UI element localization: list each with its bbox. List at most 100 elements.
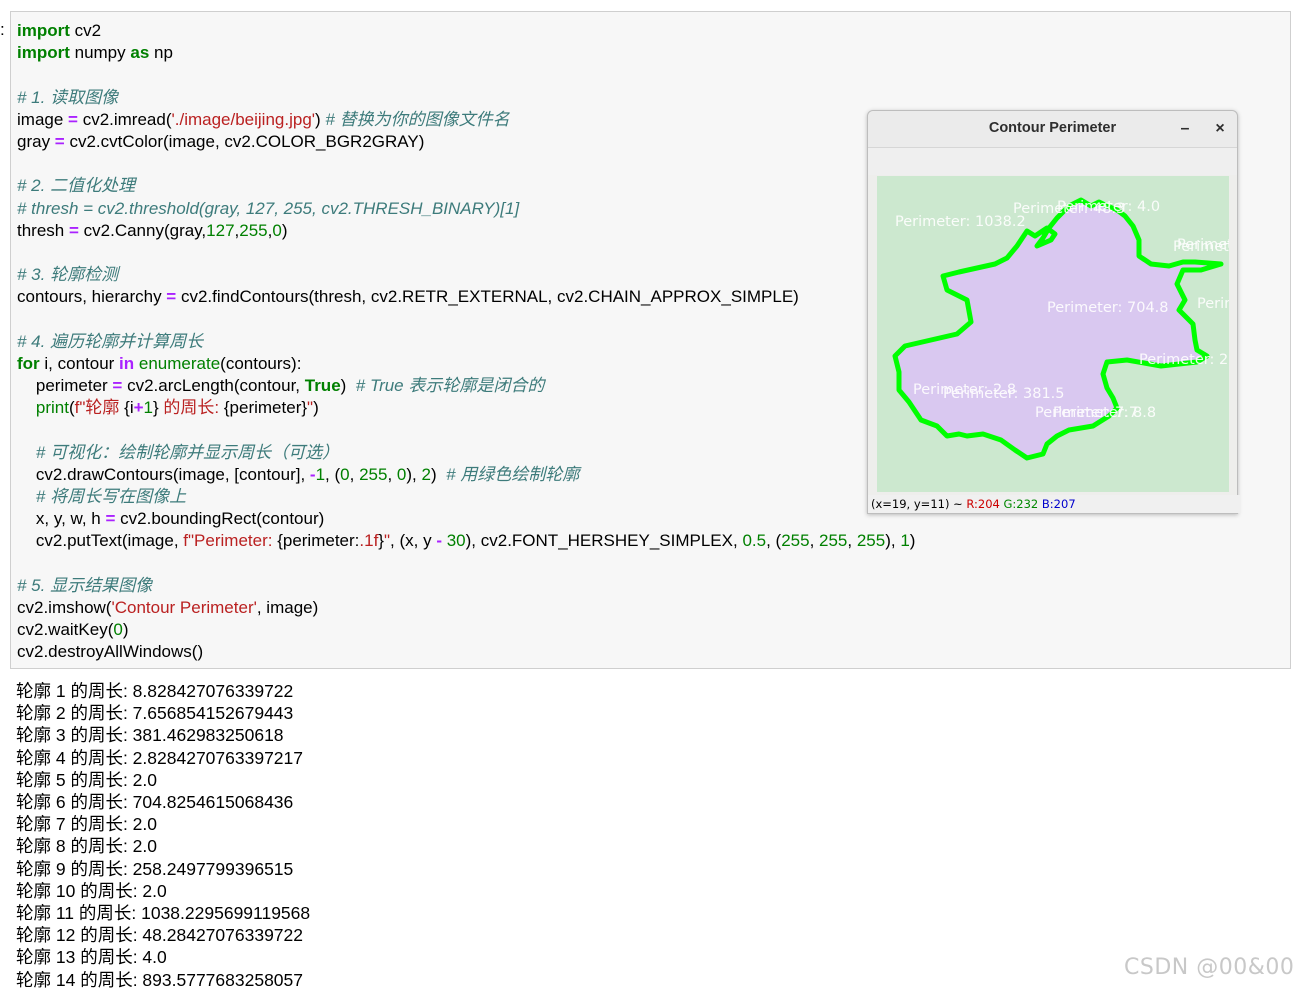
output-line: 轮廓 5 的周长: 2.0 (16, 769, 158, 790)
code-token: 1 (143, 398, 154, 418)
code-line: # 将周长写在图像上 (17, 486, 915, 508)
code-line: import numpy as np (17, 42, 915, 64)
code-token: # 替换为你的图像文件名 (325, 109, 510, 129)
code-token: # 将周长写在图像上 (35, 486, 187, 506)
image-canvas[interactable]: Perimeter: 1038.2 Perimeter: 4.0 Perimet… (877, 176, 1300, 492)
code-token: numpy (69, 43, 131, 63)
code-editor[interactable]: import cv2 import numpy as np # 1. 读取图像 ima… (17, 20, 915, 663)
output-line: 轮廓 1 的周长: 8.828427076339722 (16, 681, 294, 701)
image-label: Perimeter: 7.7 (1035, 405, 1138, 421)
code-token: import (17, 43, 70, 63)
output-line: 轮廓 8 的周长: 2.0 (16, 836, 158, 857)
code-token: 0 (113, 620, 123, 640)
code-token: cv2.Canny(gray, (78, 220, 207, 240)
image-label: Perimeter: 2.0 (1197, 296, 1229, 312)
code-token: # 3. 轮廓检测 (17, 265, 119, 285)
code-token: cv2.findContours(thresh, cv2.RETR_EXTERN… (176, 287, 799, 307)
code-token: thresh (17, 220, 69, 240)
code-token: ) (430, 464, 447, 484)
code-line: cv2.destroyAllWindows() (17, 641, 915, 663)
code-token: gray (17, 131, 55, 151)
code-token: 255 (359, 464, 388, 484)
pixel-r: R:204 (966, 497, 1000, 511)
code-token: 255 (819, 531, 848, 551)
code-line: # 5. 显示结果图像 (17, 575, 915, 597)
code-token: True (304, 376, 341, 395)
image-label: Perimeter: 704.8 (1047, 300, 1169, 316)
code-token: 1 (900, 531, 910, 551)
code-line: x, y, w, h = cv2.boundingRect(contour) (17, 508, 915, 530)
code-line: # 1. 读取图像 (17, 87, 915, 109)
code-line: # 2. 二值化处理 (17, 175, 915, 197)
close-icon[interactable]: × (1210, 119, 1230, 139)
code-token: {perimeter: (277, 531, 360, 551)
code-token: cv2.putText(image, (17, 531, 184, 551)
window-titlebar[interactable]: Contour Perimeter – × (868, 111, 1237, 148)
code-line: # thresh = cv2.threshold(gray, 127, 255,… (17, 198, 915, 220)
code-line: # 4. 遍历轮廓并计算周长 (17, 331, 915, 353)
code-token: = (112, 376, 123, 395)
code-token: cv2.imread( (77, 109, 172, 129)
code-token: , (847, 531, 857, 551)
code-line: cv2.imshow('Contour Perimeter', image) (17, 597, 915, 619)
code-token: cv2.boundingRect(contour) (115, 509, 325, 529)
code-token: {perimeter} (223, 398, 308, 418)
cell-prompt: : (0, 20, 5, 39)
code-token: = (54, 131, 65, 151)
code-token: 0.5 (742, 531, 767, 551)
code-token: , (349, 464, 360, 484)
code-token: , ( (325, 464, 341, 484)
code-token: , image) (256, 597, 319, 617)
output-line: 轮廓 7 的周长: 2.0 (16, 814, 158, 835)
code-token: cv2 (69, 21, 102, 40)
code-token: .1f (359, 531, 379, 551)
cursor-coords: (x=19, y=11) ~ (871, 497, 967, 511)
code-token: 'Contour Perimeter' (111, 597, 257, 617)
code-line: # 可视化：绘制轮廓并显示周长（可选） (17, 442, 915, 464)
image-label: Perimeter: 2.0 (1139, 352, 1229, 368)
pixel-b: B:207 (1041, 497, 1076, 511)
code-line: import cv2 (17, 20, 915, 42)
code-line: cv2.waitKey(0) (17, 619, 915, 641)
code-token: = (68, 220, 79, 240)
code-token: ) (909, 531, 916, 551)
code-line: contours, hierarchy = cv2.findContours(t… (17, 286, 915, 308)
code-token: perimeter (17, 376, 113, 395)
code-token: in (119, 353, 135, 373)
output-line: 轮廓 3 的周长: 381.462983250618 (16, 725, 284, 746)
code-token: # thresh = cv2.threshold(gray, 127, 255,… (17, 198, 520, 218)
code-token: # 1. 读取图像 (17, 87, 119, 107)
code-line: thresh = cv2.Canny(gray,127,255,0) (17, 220, 915, 242)
watermark: CSDN @00&00 (1124, 955, 1295, 980)
image-label: Perimeter: 1038.2 (895, 214, 1026, 230)
output-line: 轮廓 10 的周长: 2.0 (16, 880, 167, 901)
code-token: # 用绿色绘制轮廓 (446, 464, 580, 484)
code-token: = (105, 509, 116, 529)
image-label: Perimeter: 48.3 (1013, 201, 1125, 217)
code-token: ), cv2.FONT_HERSHEY_SIMPLEX, (465, 531, 743, 551)
code-token: , ( (766, 531, 782, 551)
code-line: cv2.putText(image, f"Perimeter: {perimet… (17, 530, 916, 552)
opencv-window[interactable]: Contour Perimeter – × Perimeter: 1038.2 … (867, 110, 1300, 514)
code-token: f"轮廓 (74, 398, 125, 418)
minimize-icon[interactable]: – (1175, 119, 1195, 139)
image-label: Perimeter: 2.8 (913, 382, 1016, 398)
code-token: = (68, 109, 78, 129)
code-token: # 可视化：绘制轮廓并显示周长（可选） (35, 442, 340, 462)
code-token: ), (885, 531, 901, 551)
code-token: # True 表示轮廓是闭合的 (355, 376, 545, 395)
code-token: 255 (239, 220, 268, 240)
code-token: {i (124, 398, 134, 418)
image-label: Perimeter: 2.0 (1177, 237, 1229, 253)
code-token: contours, hierarchy (17, 287, 167, 307)
output-line: 轮廓 12 的周长: 48.28427076339722 (16, 925, 303, 946)
code-token: image (17, 109, 69, 129)
code-token: cv2.imshow( (17, 597, 112, 617)
code-token: 127 (206, 220, 235, 240)
